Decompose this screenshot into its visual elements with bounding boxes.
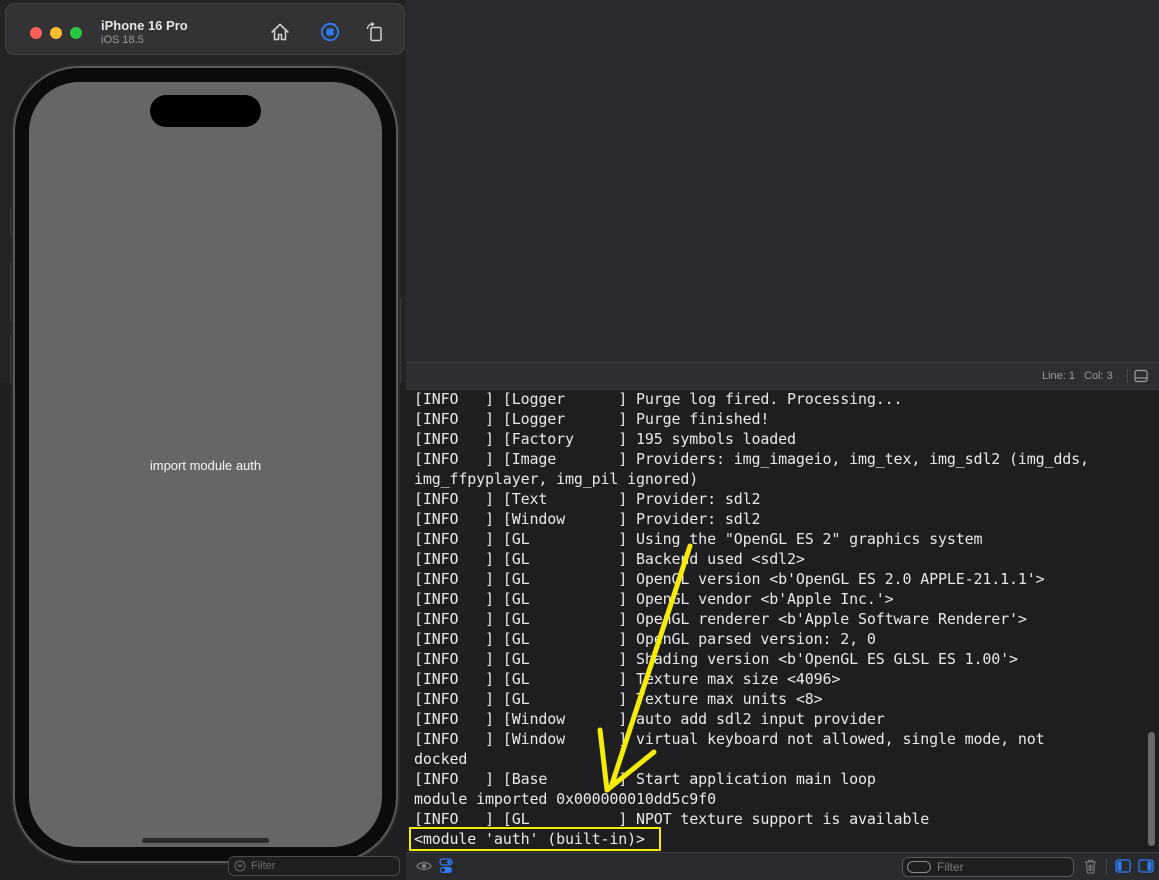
filter-icon xyxy=(234,860,246,872)
console-line: [INFO ] [Factory ] 195 symbols loaded xyxy=(414,430,796,448)
side-button xyxy=(396,298,401,384)
console-line: [INFO ] [GL ] NPOT texture support is av… xyxy=(414,810,930,828)
minimize-window-button[interactable] xyxy=(50,27,62,39)
os-version: iOS 18.5 xyxy=(101,34,144,46)
navigator-filter-field[interactable]: Filter xyxy=(228,856,400,876)
console-line: [INFO ] [Text ] Provider: sdl2 xyxy=(414,490,761,508)
status-divider xyxy=(1127,369,1128,383)
console-mode-toggle-icon[interactable] xyxy=(439,858,453,874)
show-console-view-icon[interactable] xyxy=(1138,859,1154,873)
console-line: docked xyxy=(414,750,468,768)
console-line: [INFO ] [Logger ] Purge log fired. Proce… xyxy=(414,390,903,408)
console-line: [INFO ] [Window ] virtual keyboard not a… xyxy=(414,730,1045,748)
home-icon[interactable] xyxy=(269,21,291,43)
highlight-annotation-box xyxy=(409,827,661,851)
dynamic-island xyxy=(150,95,261,127)
console-line: module imported 0x000000010dd5c9f0 xyxy=(414,790,716,808)
navigator-filter-placeholder: Filter xyxy=(251,860,276,872)
console-line: [INFO ] [Logger ] Purge finished! xyxy=(414,410,770,428)
console-line: [INFO ] [GL ] Backend used <sdl2> xyxy=(414,550,805,568)
console-line: [INFO ] [Image ] Providers: img_imageio,… xyxy=(414,450,1089,468)
rotate-icon[interactable] xyxy=(364,21,386,43)
editor-area[interactable] xyxy=(406,0,1159,362)
eye-icon[interactable] xyxy=(416,860,432,872)
editor-status-bar: Line: 1 Col: 3 xyxy=(406,362,1159,390)
console-line: [INFO ] [Base ] Start application main l… xyxy=(414,770,876,788)
console-line: [INFO ] [GL ] Using the "OpenGL ES 2" gr… xyxy=(414,530,983,548)
simulator-titlebar[interactable]: iPhone 16 Pro iOS 18.5 xyxy=(5,3,405,55)
console-line: [INFO ] [GL ] Shading version <b'OpenGL … xyxy=(414,650,1018,668)
console-line: [INFO ] [GL ] OpenGL parsed version: 2, … xyxy=(414,630,876,648)
console-line: [INFO ] [GL ] OpenGL renderer <b'Apple S… xyxy=(414,610,1027,628)
home-indicator[interactable] xyxy=(142,838,269,843)
console-line: [INFO ] [Window ] Provider: sdl2 xyxy=(414,510,761,528)
zoom-window-button[interactable] xyxy=(70,27,82,39)
show-variables-view-icon[interactable] xyxy=(1115,859,1131,873)
filter-options-icon[interactable] xyxy=(907,861,931,873)
console-output: [INFO ] [Logger ] Purge log fired. Proce… xyxy=(414,389,1144,849)
debug-console[interactable]: [INFO ] [Logger ] Purge log fired. Proce… xyxy=(406,390,1159,852)
console-line: img_ffpyplayer, img_pil ignored) xyxy=(414,470,699,488)
console-line: [INFO ] [GL ] OpenGL vendor <b'Apple Inc… xyxy=(414,590,894,608)
stop-recording-icon[interactable] xyxy=(319,21,341,43)
xcode-workspace: iPhone 16 Pro iOS 18.5 import module aut… xyxy=(0,0,1159,880)
console-filter-placeholder: Filter xyxy=(937,860,964,874)
app-screen-label: import module auth xyxy=(149,458,262,473)
console-line: [INFO ] [Window ] auto add sdl2 input pr… xyxy=(414,710,885,728)
trash-icon[interactable] xyxy=(1084,859,1097,874)
console-scrollbar[interactable] xyxy=(1148,732,1155,846)
device-name: iPhone 16 Pro xyxy=(101,18,188,33)
line-indicator: Line: 1 xyxy=(1042,370,1076,382)
console-bottom-bar: Filter xyxy=(406,852,1159,880)
console-line: [INFO ] [GL ] OpenGL version <b'OpenGL E… xyxy=(414,570,1045,588)
close-window-button[interactable] xyxy=(30,27,42,39)
column-indicator: Col: 3 xyxy=(1084,370,1113,382)
hide-debug-area-icon[interactable] xyxy=(1134,369,1148,383)
console-line: [INFO ] [GL ] Texture max size <4096> xyxy=(414,670,841,688)
console-line: [INFO ] [GL ] Texture max units <8> xyxy=(414,690,823,708)
bottom-bar-divider xyxy=(1106,859,1107,875)
console-filter-field[interactable]: Filter xyxy=(902,857,1074,877)
